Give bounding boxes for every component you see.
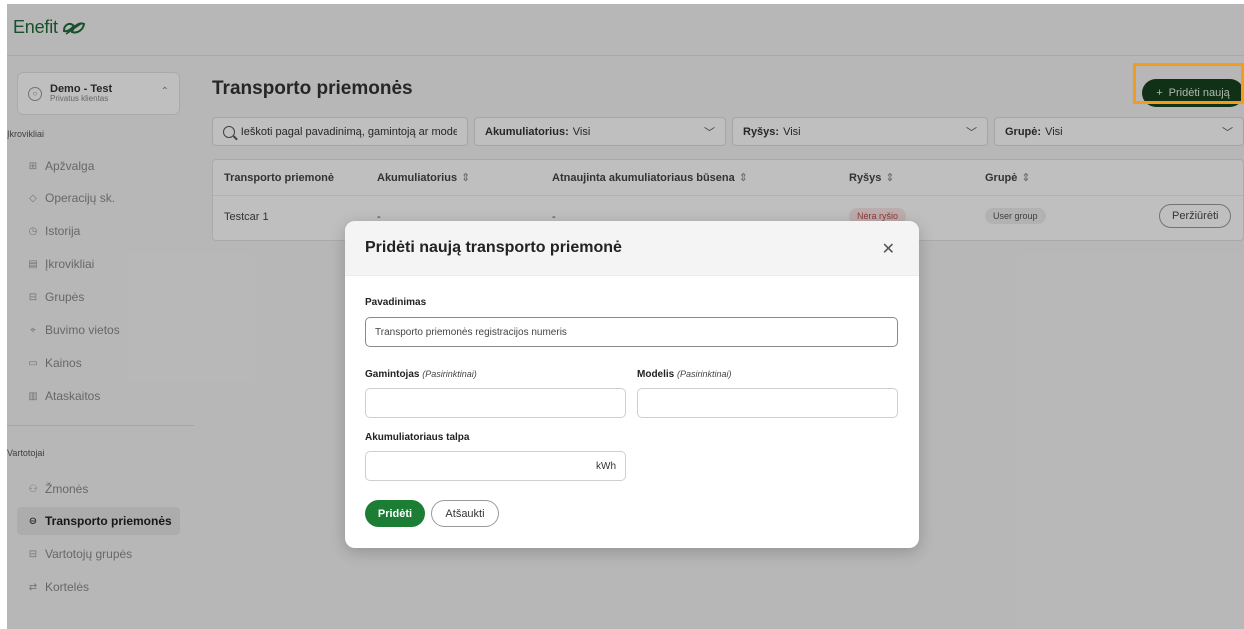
name-label: Pavadinimas — [365, 297, 427, 308]
add-vehicle-dialog: Pridėti naują transporto priemonė ✕ Pava… — [345, 221, 919, 548]
capacity-label: Akumuliatoriaus talpa — [365, 432, 470, 443]
capacity-input[interactable]: kWh — [365, 451, 626, 481]
model-label-text: Modelis — [637, 369, 675, 380]
manufacturer-label: Gamintojas (Pasirinktinai) — [365, 369, 477, 380]
capacity-unit: kWh — [596, 460, 616, 472]
manufacturer-input[interactable] — [365, 388, 626, 418]
manufacturer-label-text: Gamintojas — [365, 369, 420, 380]
close-icon[interactable]: ✕ — [882, 239, 895, 259]
name-placeholder: Transporto priemonės registracijos numer… — [375, 326, 567, 338]
submit-button[interactable]: Pridėti — [365, 500, 425, 527]
optional-hint: (Pasirinktinai) — [677, 369, 732, 379]
dialog-title: Pridėti naują transporto priemonė — [365, 239, 622, 256]
cancel-button[interactable]: Atšaukti — [431, 500, 499, 527]
model-input[interactable] — [637, 388, 898, 418]
dialog-header: Pridėti naują transporto priemonė — [345, 221, 919, 276]
optional-hint: (Pasirinktinai) — [422, 369, 477, 379]
model-label: Modelis (Pasirinktinai) — [637, 369, 732, 380]
name-input[interactable]: Transporto priemonės registracijos numer… — [365, 317, 898, 347]
